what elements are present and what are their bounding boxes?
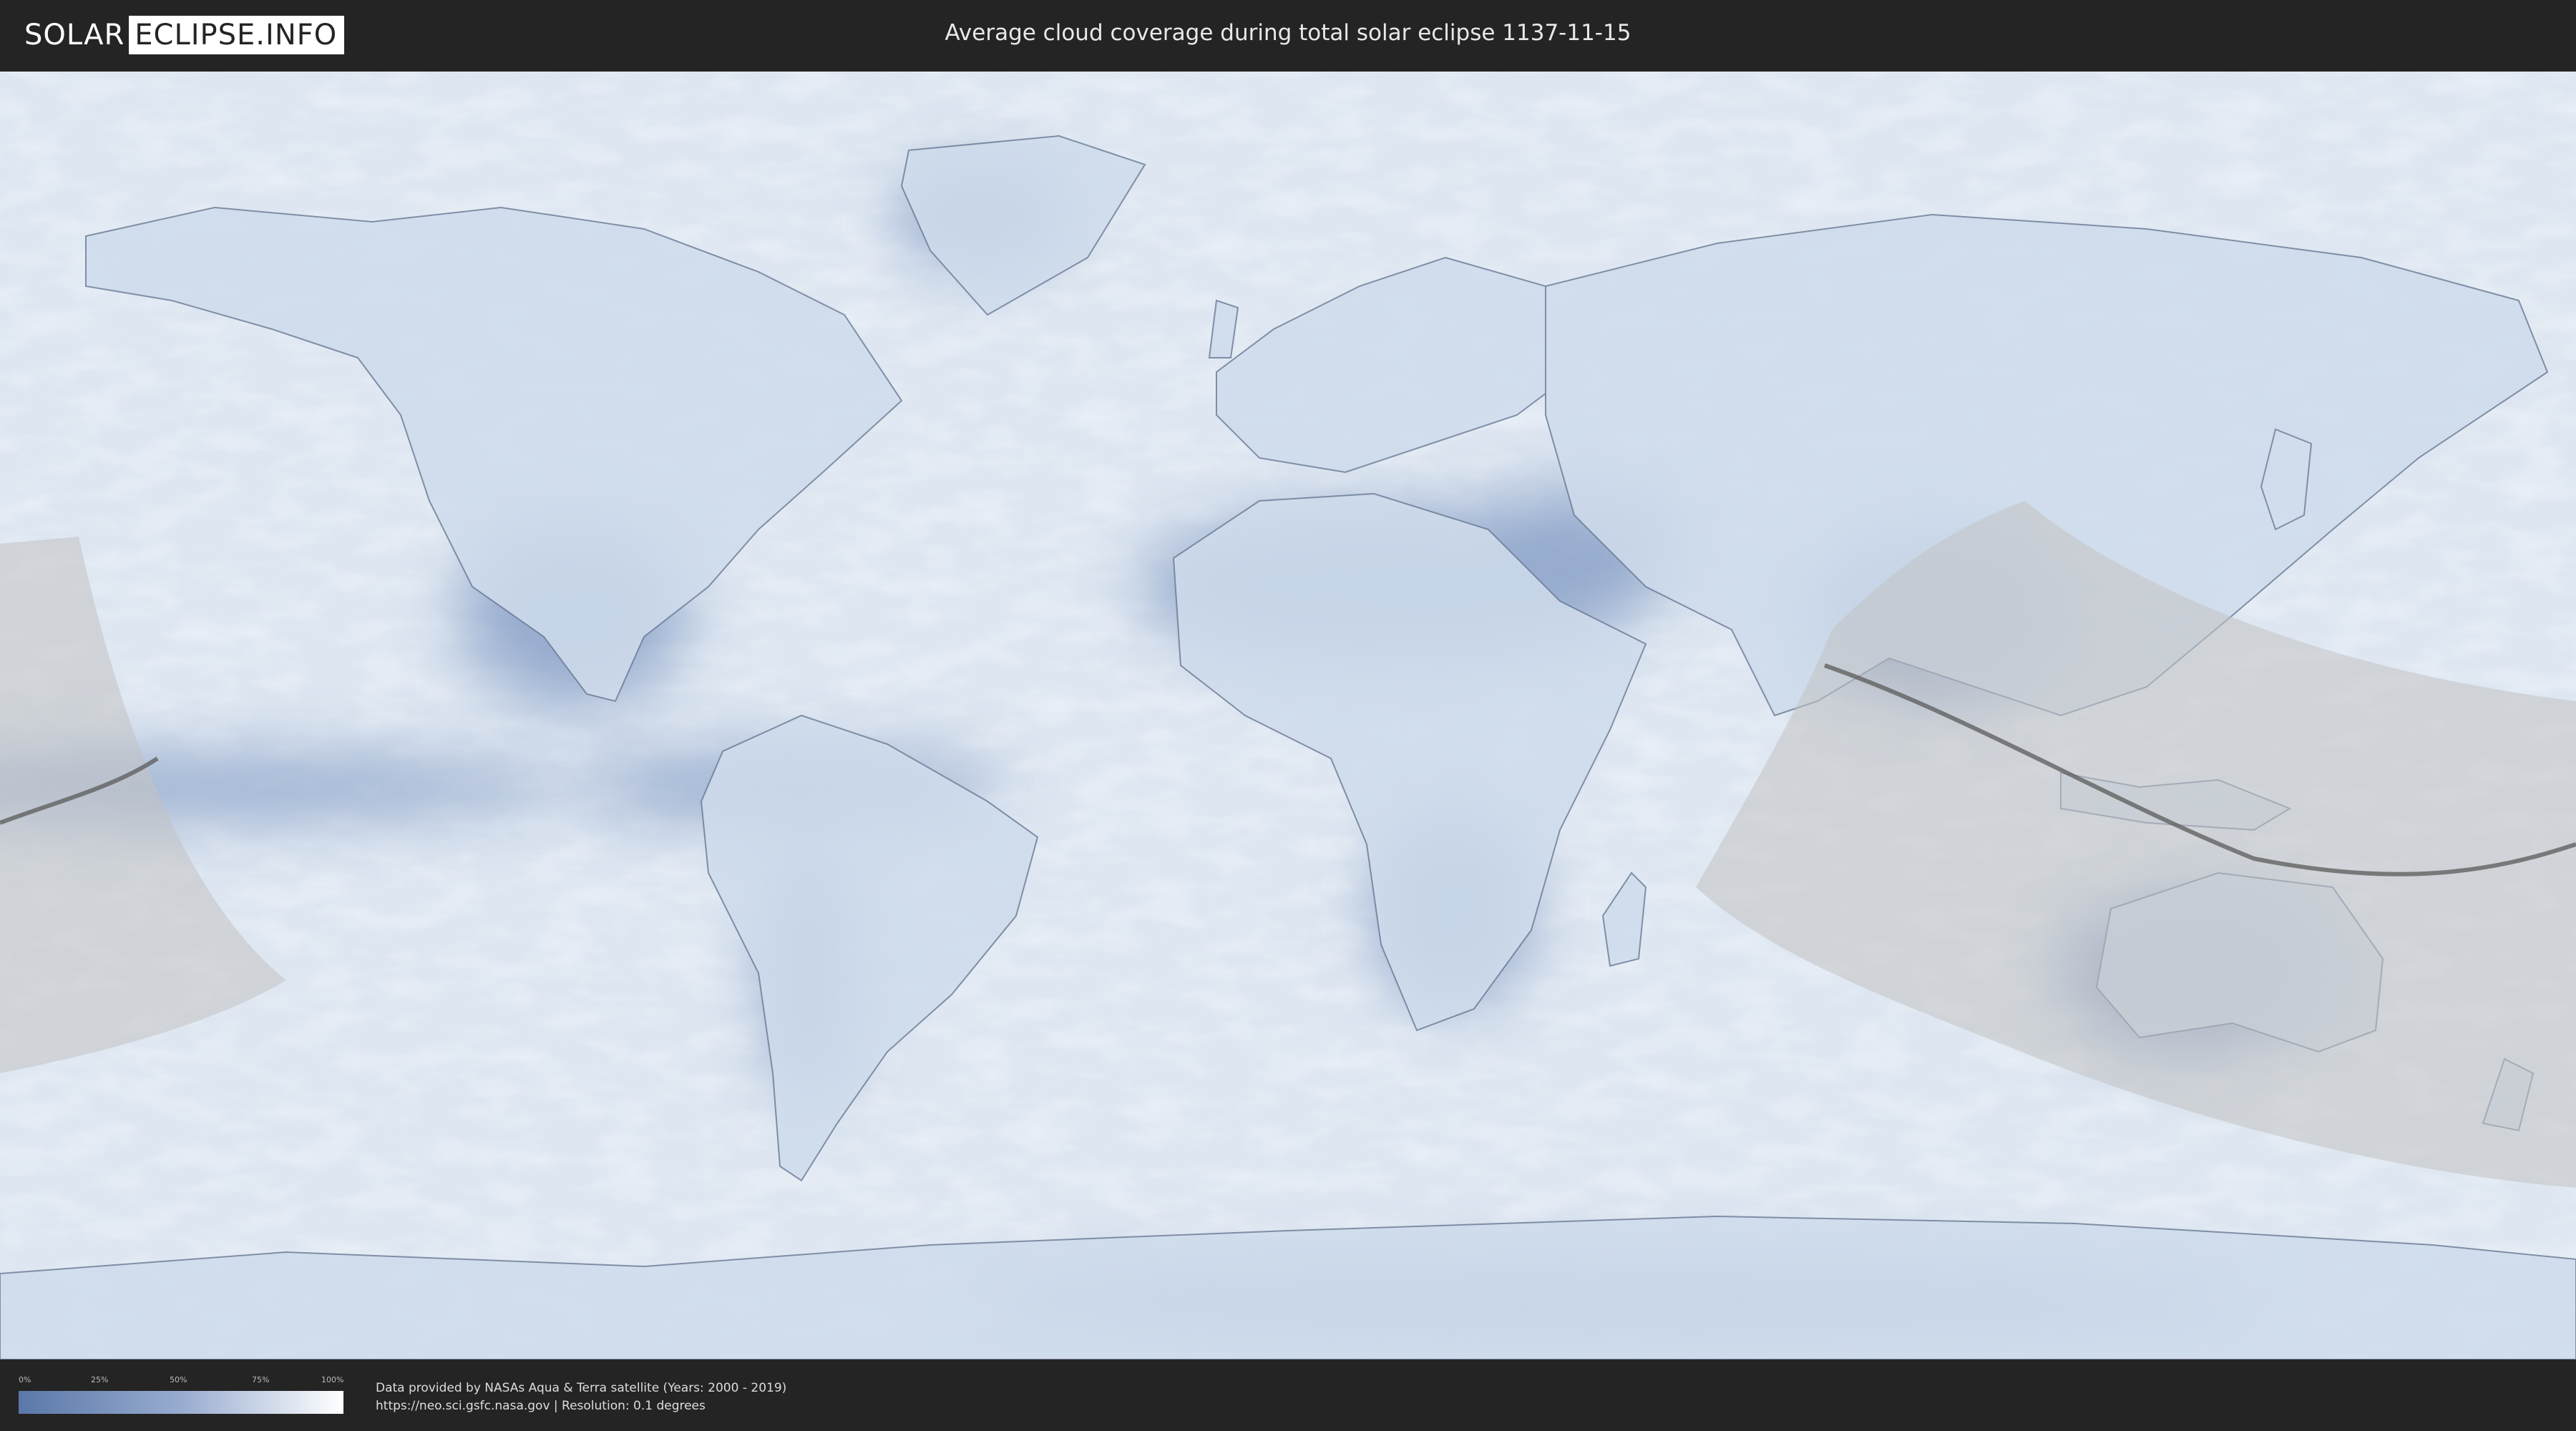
- credit-line-source: Data provided by NASAs Aqua & Terra sate…: [376, 1381, 787, 1395]
- legend-tick-25: 25%: [91, 1375, 109, 1384]
- legend-tick-75: 75%: [252, 1375, 270, 1384]
- legend-tick-0: 0%: [19, 1375, 31, 1384]
- page-title: Average cloud coverage during total sola…: [945, 20, 1631, 46]
- data-credits: Data provided by NASAs Aqua & Terra sate…: [376, 1379, 786, 1415]
- legend-ticks: 0% 25% 50% 75% 100%: [19, 1375, 343, 1387]
- legend-tick-50: 50%: [170, 1375, 187, 1384]
- footer-bar: 0% 25% 50% 75% 100% Data provided by NAS…: [0, 1359, 2576, 1431]
- cloud-coverage-legend: 0% 25% 50% 75% 100%: [19, 1375, 343, 1414]
- credit-line-url: https://neo.sci.gsfc.nasa.gov | Resoluti…: [376, 1399, 706, 1413]
- legend-tick-100: 100%: [321, 1375, 344, 1384]
- header-bar: SOLAR ECLIPSE.INFO Average cloud coverag…: [0, 0, 2576, 72]
- legend-color-bar: [19, 1391, 343, 1414]
- cloud-coverage-map: [0, 72, 2576, 1359]
